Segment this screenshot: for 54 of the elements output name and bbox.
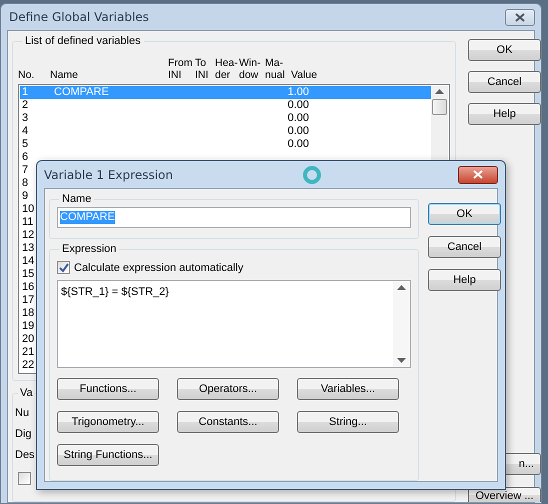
group-title: List of defined variables	[24, 35, 142, 47]
group-title: Expression	[61, 243, 118, 255]
field-label: Nu	[15, 406, 30, 421]
field-label: Dig	[15, 427, 32, 442]
insert-button[interactable]: Operators...	[177, 378, 279, 400]
insert-button[interactable]: Constants...	[177, 411, 279, 433]
variable-row[interactable]: 3 0.00	[20, 112, 431, 125]
column-header: dow	[239, 69, 260, 81]
scroll-thumb[interactable]	[432, 99, 447, 115]
insert-button[interactable]: Functions...	[57, 378, 159, 400]
dialog-title: Variable 1 Expression	[44, 168, 173, 182]
scroll-up-icon[interactable]	[397, 285, 406, 290]
group-title: Name	[61, 193, 92, 205]
insert-button[interactable]: Trigonometry...	[57, 411, 159, 433]
dialog-button[interactable]: Cancel	[468, 71, 541, 93]
close-button[interactable]	[458, 166, 498, 184]
column-header: Win-	[239, 57, 262, 69]
insert-button[interactable]: Variables...	[297, 378, 399, 400]
checkbox-label: Calculate expression automatically	[74, 262, 244, 274]
dialog-button[interactable]: Help	[428, 269, 501, 291]
checkbox[interactable]	[57, 261, 70, 274]
variable-row[interactable]: 4 0.00	[20, 125, 431, 138]
dialog-button[interactable]: Cancel	[428, 236, 501, 258]
dialog-button[interactable]: Help	[468, 103, 541, 125]
column-header: INI	[168, 69, 182, 81]
variable-row[interactable]: 2 0.00	[20, 99, 431, 112]
busy-ring-icon	[302, 165, 322, 185]
close-icon	[515, 12, 525, 22]
insert-button[interactable]: String Functions...	[57, 444, 159, 466]
field-label: Des	[15, 448, 35, 463]
column-header: nual	[265, 69, 286, 81]
column-header: Value	[291, 69, 318, 81]
column-header: Ma-	[265, 57, 284, 69]
column-header: No.	[18, 69, 36, 81]
column-header: Name	[50, 69, 80, 81]
variable-row[interactable]: 5 0.00	[20, 138, 431, 151]
insert-button[interactable]: String...	[297, 411, 399, 433]
scroll-down-icon[interactable]	[397, 358, 406, 363]
column-header: der	[215, 69, 232, 81]
close-icon	[473, 170, 483, 179]
checkbox[interactable]	[18, 472, 31, 485]
dialog-button[interactable]: OK	[468, 39, 541, 61]
window-title: Define Global Variables	[9, 10, 149, 24]
dialog-button[interactable]: OK	[428, 203, 501, 225]
dialog-button[interactable]: Overview ...	[468, 487, 541, 502]
column-header: To	[195, 57, 208, 69]
group-title: Va	[19, 387, 34, 399]
column-header: INI	[195, 69, 210, 81]
variable-row[interactable]: 6	[20, 151, 431, 164]
expression-field[interactable]: ${STR_1} = ${STR_2}	[57, 280, 411, 368]
column-header: Hea-	[215, 57, 239, 69]
scroll-up-icon[interactable]	[435, 89, 444, 94]
close-button[interactable]	[505, 8, 535, 26]
column-header: From	[168, 57, 194, 69]
